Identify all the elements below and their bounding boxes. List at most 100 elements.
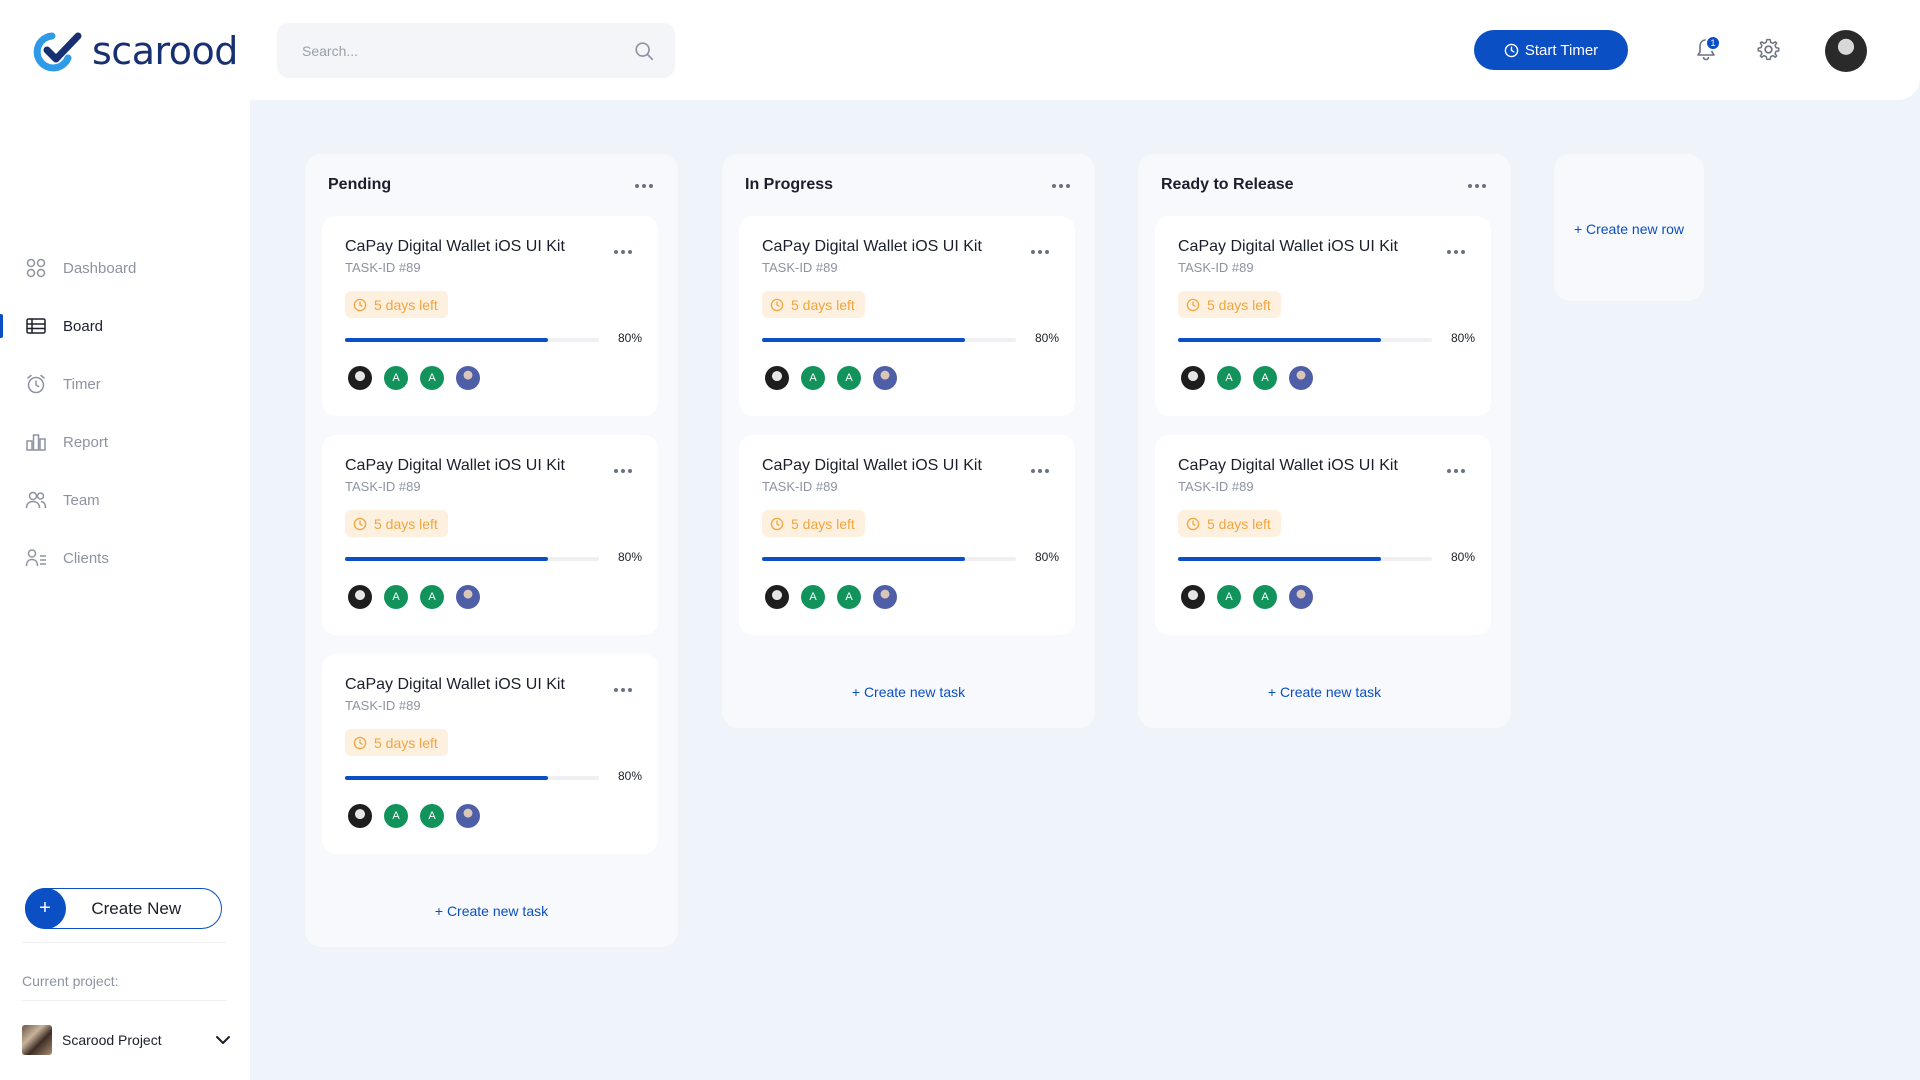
card-more-icon[interactable]: [614, 250, 636, 256]
board-icon: [26, 318, 46, 334]
member-avatar[interactable]: A: [1253, 366, 1277, 390]
sidebar-item-label: Team: [63, 491, 100, 509]
member-avatar[interactable]: [456, 366, 480, 390]
task-card[interactable]: CaPay Digital Wallet iOS UI Kit TASK-ID …: [322, 654, 658, 854]
member-avatar[interactable]: [348, 585, 372, 609]
sidebar-item-clients[interactable]: Clients: [0, 538, 250, 578]
member-avatar[interactable]: A: [1217, 585, 1241, 609]
create-new-button[interactable]: + Create New: [24, 888, 222, 929]
member-avatar[interactable]: A: [837, 585, 861, 609]
progress-fill: [762, 557, 966, 561]
task-title: CaPay Digital Wallet iOS UI Kit: [345, 457, 565, 474]
member-avatar[interactable]: A: [384, 804, 408, 828]
start-timer-button[interactable]: Start Timer: [1474, 30, 1628, 70]
due-label: 5 days left: [1207, 296, 1271, 313]
member-avatar[interactable]: [456, 585, 480, 609]
notification-badge: 1: [1705, 35, 1721, 51]
member-avatar[interactable]: [873, 366, 897, 390]
brand-logo[interactable]: scarood: [30, 28, 238, 74]
project-selector[interactable]: Scarood Project: [22, 1024, 232, 1056]
sidebar-item-timer[interactable]: Timer: [0, 364, 250, 404]
card-more-icon[interactable]: [614, 469, 636, 475]
task-id: TASK-ID #89: [1178, 479, 1254, 494]
member-avatar[interactable]: [765, 585, 789, 609]
sidebar-item-label: Clients: [63, 549, 109, 567]
member-avatar[interactable]: [348, 804, 372, 828]
dashboard-icon: [26, 258, 46, 278]
column-more-icon[interactable]: [1468, 184, 1490, 190]
sidebar: Dashboard Board Timer Report Team Client…: [0, 100, 250, 1080]
member-avatar[interactable]: [1289, 366, 1313, 390]
task-id: TASK-ID #89: [345, 698, 421, 713]
gear-icon[interactable]: [1756, 37, 1781, 62]
plus-icon: +: [24, 888, 66, 929]
due-label: 5 days left: [374, 296, 438, 313]
due-badge: 5 days left: [1178, 510, 1281, 537]
sidebar-item-label: Board: [63, 317, 104, 335]
member-avatar[interactable]: A: [1217, 366, 1241, 390]
member-avatar[interactable]: A: [801, 366, 825, 390]
create-new-row-label[interactable]: + Create new row: [1554, 221, 1704, 237]
card-more-icon[interactable]: [1031, 469, 1053, 475]
task-title: CaPay Digital Wallet iOS UI Kit: [762, 457, 982, 474]
due-badge: 5 days left: [762, 291, 865, 318]
top-header: scarood Start Timer 1: [0, 0, 1920, 100]
member-avatar[interactable]: A: [420, 366, 444, 390]
search-input[interactable]: [302, 42, 633, 59]
member-avatar[interactable]: A: [420, 804, 444, 828]
member-list: AA: [348, 804, 480, 828]
task-id: TASK-ID #89: [1178, 260, 1254, 275]
member-avatar[interactable]: [765, 366, 789, 390]
column-more-icon[interactable]: [635, 184, 657, 190]
sidebar-item-dashboard[interactable]: Dashboard: [0, 248, 250, 288]
task-card[interactable]: CaPay Digital Wallet iOS UI Kit TASK-ID …: [739, 216, 1075, 416]
sidebar-item-team[interactable]: Team: [0, 480, 250, 520]
create-new-task-link[interactable]: + Create new task: [305, 903, 678, 919]
clock-icon: [353, 517, 367, 530]
member-avatar[interactable]: A: [384, 366, 408, 390]
member-avatar[interactable]: A: [801, 585, 825, 609]
task-title: CaPay Digital Wallet iOS UI Kit: [345, 676, 565, 693]
search-icon[interactable]: [633, 40, 655, 62]
user-avatar[interactable]: [1825, 30, 1867, 72]
task-id: TASK-ID #89: [762, 479, 838, 494]
task-card[interactable]: CaPay Digital Wallet iOS UI Kit TASK-ID …: [1155, 216, 1491, 416]
create-new-task-link[interactable]: + Create new task: [1138, 684, 1511, 700]
task-card[interactable]: CaPay Digital Wallet iOS UI Kit TASK-ID …: [322, 435, 658, 635]
progress-bar: [345, 776, 599, 780]
card-more-icon[interactable]: [1031, 250, 1053, 256]
member-avatar[interactable]: A: [1253, 585, 1277, 609]
member-avatar[interactable]: A: [384, 585, 408, 609]
progress-bar: [1178, 338, 1432, 342]
create-new-row[interactable]: + Create new row: [1554, 154, 1704, 301]
column-more-icon[interactable]: [1052, 184, 1074, 190]
clock-icon: [1186, 298, 1200, 311]
task-card[interactable]: CaPay Digital Wallet iOS UI Kit TASK-ID …: [739, 435, 1075, 635]
due-badge: 5 days left: [345, 729, 448, 756]
clock-icon: [353, 736, 367, 749]
member-avatar[interactable]: [1181, 585, 1205, 609]
start-timer-label: Start Timer: [1524, 41, 1599, 59]
task-id: TASK-ID #89: [762, 260, 838, 275]
sidebar-item-report[interactable]: Report: [0, 422, 250, 462]
member-avatar[interactable]: A: [837, 366, 861, 390]
member-avatar[interactable]: [348, 366, 372, 390]
report-icon: [26, 434, 46, 451]
member-avatar[interactable]: A: [420, 585, 444, 609]
column-title: Pending: [328, 176, 392, 193]
card-more-icon[interactable]: [1447, 250, 1469, 256]
card-more-icon[interactable]: [1447, 469, 1469, 475]
task-card[interactable]: CaPay Digital Wallet iOS UI Kit TASK-ID …: [1155, 435, 1491, 635]
sidebar-item-board[interactable]: Board: [0, 306, 250, 346]
card-more-icon[interactable]: [614, 688, 636, 694]
member-avatar[interactable]: [873, 585, 897, 609]
member-avatar[interactable]: [456, 804, 480, 828]
column-title: Ready to Release: [1161, 176, 1294, 193]
member-avatar[interactable]: [1289, 585, 1313, 609]
create-new-task-link[interactable]: + Create new task: [722, 684, 1095, 700]
progress-fill: [345, 338, 549, 342]
task-card[interactable]: CaPay Digital Wallet iOS UI Kit TASK-ID …: [322, 216, 658, 416]
task-title: CaPay Digital Wallet iOS UI Kit: [1178, 238, 1398, 255]
member-avatar[interactable]: [1181, 366, 1205, 390]
chevron-down-icon[interactable]: [214, 1031, 232, 1049]
